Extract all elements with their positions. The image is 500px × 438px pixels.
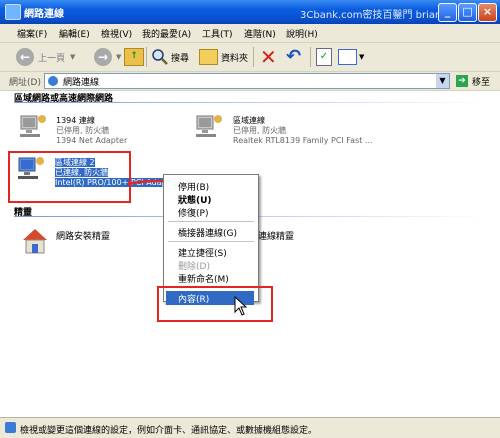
toolbar-separator xyxy=(253,47,254,67)
status-text: 檢視或變更這個連線的設定，例如介面卡、通訊協定、或數據機組態設定。 xyxy=(20,426,318,436)
delete-x-icon: ✕ xyxy=(260,45,277,69)
ctx-shortcut[interactable]: 建立捷徑(S) xyxy=(178,246,227,259)
mouse-cursor-icon xyxy=(234,296,248,316)
connection-device: Realtek RTL8139 Family PCI Fast ... xyxy=(233,136,373,145)
go-arrow-icon[interactable]: ➔ xyxy=(456,75,468,87)
undo-button[interactable]: ↶ xyxy=(286,47,301,67)
go-button[interactable]: 移至 xyxy=(472,75,490,88)
highlight-box-properties xyxy=(157,286,273,322)
forward-dropdown-icon: ▼ xyxy=(116,53,122,61)
ctx-delete: 刪除(D) xyxy=(178,262,210,272)
menu-bar: 檔案(F) 編輯(E) 檢視(V) 我的最愛(A) 工具(T) 進階(N) 說明… xyxy=(0,24,500,43)
connection-device: 1394 Net Adapter xyxy=(56,136,128,145)
connection-1394[interactable]: 1394 連線 已停用, 防火牆 1394 Net Adapter xyxy=(56,116,127,146)
connection-status: 已停用, 防火牆 xyxy=(233,126,287,135)
back-label: 上一頁 xyxy=(38,53,66,64)
forward-button[interactable]: → ▼ xyxy=(94,47,121,67)
ctx-status[interactable]: 狀態(U) xyxy=(178,193,212,206)
minimize-button[interactable]: _ xyxy=(438,3,457,22)
folders-button[interactable]: 資料夾 xyxy=(199,47,248,67)
up-folder-button[interactable]: ↑ xyxy=(124,47,144,67)
disabled-network-connection-icon[interactable] xyxy=(18,113,48,143)
menu-file[interactable]: 檔案(F) xyxy=(17,27,47,40)
network-connections-icon xyxy=(48,76,58,86)
close-button[interactable]: × xyxy=(478,3,497,22)
connection-status: 已停用, 防火牆 xyxy=(56,126,110,135)
toolbar-separator xyxy=(310,47,311,67)
up-folder-icon: ↑ xyxy=(124,48,144,66)
status-bar: 檢視或變更這個連線的設定，例如介面卡、通訊協定、或數據機組態設定。 xyxy=(0,417,500,438)
ctx-rename[interactable]: 重新命名(M) xyxy=(178,272,229,285)
network-setup-wizard-label[interactable]: 網路安裝精靈 xyxy=(56,232,110,242)
connection-name: 區域連線 xyxy=(233,116,265,125)
undo-icon: ↶ xyxy=(286,46,302,67)
ctx-separator xyxy=(168,221,254,222)
context-menu: 停用(B) 狀態(U) 修復(P) 橋接器連線(G) 建立捷徑(S) 刪除(D)… xyxy=(163,174,259,305)
properties-toolbar-button[interactable]: ✓ xyxy=(316,47,332,67)
views-grid-icon xyxy=(338,49,357,65)
address-label: 網址(D) xyxy=(9,78,41,88)
ctx-separator xyxy=(168,241,254,242)
address-value: 網路連線 xyxy=(63,78,100,88)
disabled-network-connection-icon[interactable] xyxy=(194,113,224,143)
delete-button[interactable]: ✕ xyxy=(260,47,277,67)
properties-check-icon: ✓ xyxy=(316,48,332,66)
menu-edit[interactable]: 編輯(E) xyxy=(59,27,90,40)
status-network-icon xyxy=(5,422,16,433)
menu-favorites[interactable]: 我的最愛(A) xyxy=(142,27,191,40)
ctx-bridge[interactable]: 橋接器連線(G) xyxy=(178,226,237,239)
toolbar: ← 上一頁 ▼ → ▼ ↑ 搜尋 資料夾 ✕ ↶ ✓ ▼ xyxy=(0,43,500,72)
address-input[interactable]: 網路連線 ▼ xyxy=(44,73,450,89)
menu-view[interactable]: 檢視(V) xyxy=(101,27,132,40)
connection-lan-1[interactable]: 區域連線 已停用, 防火牆 Realtek RTL8139 Family PCI… xyxy=(233,116,373,146)
folders-icon xyxy=(199,49,218,65)
title-bar[interactable]: 網路連線 3Cbank.com密技百鑿門 brian _ □ × xyxy=(0,0,500,24)
network-folder-icon xyxy=(5,4,21,20)
menu-tools[interactable]: 工具(T) xyxy=(202,27,233,40)
folders-label: 資料夾 xyxy=(221,53,249,64)
back-arrow-icon: ← xyxy=(16,48,34,66)
search-label: 搜尋 xyxy=(171,53,190,64)
forward-arrow-icon: → xyxy=(94,48,112,66)
watermark-text: 3Cbank.com密技百鑿門 brian xyxy=(300,10,442,21)
menu-help[interactable]: 說明(H) xyxy=(286,27,318,40)
maximize-button[interactable]: □ xyxy=(458,3,477,22)
group-divider xyxy=(14,102,486,103)
menu-advanced[interactable]: 進階(N) xyxy=(244,27,276,40)
back-button[interactable]: ← 上一頁 ▼ xyxy=(16,47,75,67)
connection-name: 1394 連線 xyxy=(56,116,95,125)
views-dropdown-icon: ▼ xyxy=(359,53,365,61)
search-button[interactable]: 搜尋 xyxy=(151,47,189,67)
back-dropdown-icon: ▼ xyxy=(70,53,76,61)
ctx-repair[interactable]: 修復(P) xyxy=(178,206,208,219)
toolbar-separator xyxy=(146,47,147,67)
ctx-disable[interactable]: 停用(B) xyxy=(178,180,209,193)
views-button[interactable]: ▼ xyxy=(338,47,364,67)
network-setup-wizard-icon[interactable] xyxy=(20,226,50,256)
address-bar: 網址(D) 網路連線 ▼ ➔ 移至 xyxy=(0,72,500,91)
address-dropdown-icon[interactable]: ▼ xyxy=(436,74,449,88)
highlight-box-lan2 xyxy=(8,151,131,203)
window-title: 網路連線 xyxy=(24,9,64,20)
new-connection-wizard-label[interactable]: 連線精靈 xyxy=(258,232,294,242)
search-icon xyxy=(152,49,168,65)
